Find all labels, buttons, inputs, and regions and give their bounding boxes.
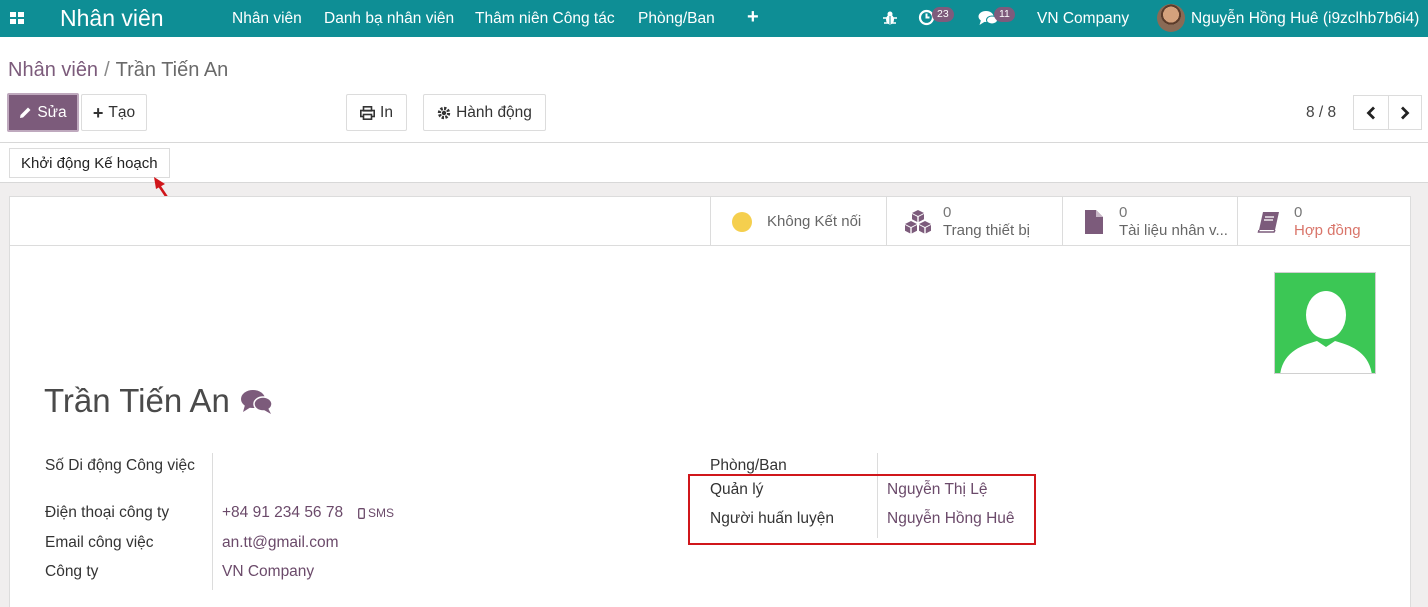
- documents-button[interactable]: 0 Tài liệu nhân v...: [1062, 197, 1237, 246]
- equipment-label: Trang thiết bị: [943, 221, 1030, 239]
- chevron-right-icon: [1401, 106, 1410, 119]
- user-avatar[interactable]: [1157, 4, 1185, 32]
- contracts-label: Hợp đồng: [1294, 221, 1361, 239]
- avatar-placeholder-icon: [1280, 291, 1372, 373]
- print-button-label: In: [380, 103, 393, 121]
- menu-item-employees[interactable]: Nhân viên: [232, 10, 302, 28]
- equipment-count: 0: [943, 203, 952, 221]
- printer-icon: [360, 105, 376, 120]
- work-phone-label: Điện thoại công ty: [45, 504, 170, 521]
- breadcrumb: Nhân viên / Trần Tiến An: [8, 59, 228, 82]
- documents-label: Tài liệu nhân v...: [1119, 221, 1228, 239]
- documents-text: 0 Tài liệu nhân v...: [1119, 204, 1228, 240]
- pager-next-button[interactable]: [1388, 95, 1422, 130]
- company-value[interactable]: VN Company: [222, 560, 314, 584]
- field-divider-left: [212, 453, 213, 590]
- smart-button-box: Không Kết nối 0 Trang thiết bị 0 Tài liệ…: [10, 197, 1410, 246]
- equipment-button[interactable]: 0 Trang thiết bị: [886, 197, 1062, 246]
- work-phone-value[interactable]: +84 91 234 56 78: [222, 501, 343, 525]
- create-button-label: Tạo: [108, 103, 136, 121]
- pager-value[interactable]: 8 / 8: [1306, 104, 1336, 122]
- action-button[interactable]: Hành động: [423, 94, 546, 131]
- employee-name: Trần Tiến An: [44, 382, 230, 419]
- equipment-text: 0 Trang thiết bị: [943, 204, 1030, 240]
- menu-item-directory[interactable]: Danh bạ nhân viên: [324, 10, 454, 28]
- breadcrumb-current: Trần Tiến An: [115, 59, 229, 81]
- file-icon: [1079, 209, 1109, 235]
- employee-photo[interactable]: [1274, 272, 1376, 374]
- sms-label: SMS: [368, 506, 395, 520]
- user-menu[interactable]: Nguyễn Hồng Huê (i9zclhb7b6i4): [1191, 10, 1419, 28]
- breadcrumb-parent-link[interactable]: Nhân viên: [8, 59, 98, 81]
- contracts-text: 0 Hợp đồng: [1294, 204, 1361, 240]
- edit-button[interactable]: Sửa: [7, 93, 79, 132]
- presence-status-icon: [727, 211, 757, 232]
- edit-button-label: Sửa: [37, 103, 67, 121]
- employee-name-row: Trần Tiến An: [44, 382, 273, 420]
- app-title[interactable]: Nhân viên: [60, 5, 164, 32]
- apps-menu-icon[interactable]: [10, 12, 24, 24]
- mobile-icon: [358, 507, 365, 519]
- action-button-label: Hành động: [456, 103, 532, 121]
- message-count-badge: 11: [994, 7, 1015, 22]
- company-label: Công ty: [45, 563, 99, 580]
- annotation-highlight-box: [688, 474, 1036, 545]
- contracts-count: 0: [1294, 203, 1303, 221]
- sms-link[interactable]: SMS: [358, 506, 394, 520]
- chevron-left-icon: [1366, 106, 1375, 119]
- company-switcher[interactable]: VN Company: [1037, 10, 1129, 28]
- documents-count: 0: [1119, 203, 1128, 221]
- work-mobile-label: Số Di động Công việc: [45, 457, 195, 474]
- top-navbar: Nhân viên Nhân viên Danh bạ nhân viên Th…: [0, 0, 1428, 37]
- menu-item-seniority[interactable]: Thâm niên Công tác: [475, 10, 615, 28]
- breadcrumb-separator: /: [104, 59, 110, 81]
- control-panel: Nhân viên / Trần Tiến An Sửa + Tạo In Hành…: [0, 37, 1428, 143]
- pencil-icon: [20, 107, 31, 118]
- add-menu-icon[interactable]: +: [747, 6, 759, 29]
- launch-plan-button[interactable]: Khởi động Kế hoạch: [9, 148, 170, 178]
- plus-icon: +: [92, 102, 104, 123]
- book-icon: [1254, 211, 1284, 233]
- menu-item-departments[interactable]: Phòng/Ban: [638, 10, 715, 28]
- cubes-icon: [903, 209, 933, 235]
- chat-bubbles-icon[interactable]: [240, 388, 273, 415]
- gear-icon: [437, 106, 451, 119]
- bug-icon[interactable]: [883, 10, 897, 31]
- contracts-button[interactable]: 0 Hợp đồng: [1237, 197, 1410, 246]
- print-button[interactable]: In: [346, 94, 407, 131]
- presence-status-label: Không Kết nối: [767, 212, 862, 230]
- pager-previous-button[interactable]: [1353, 95, 1389, 130]
- work-email-value[interactable]: an.tt@gmail.com: [222, 531, 339, 555]
- form-statusbar: Khởi động Kế hoạch: [0, 143, 1428, 183]
- create-button[interactable]: + Tạo: [81, 94, 147, 131]
- presence-status-button[interactable]: Không Kết nối: [710, 197, 886, 246]
- work-email-label: Email công việc: [45, 534, 154, 551]
- activity-count-badge: 23: [932, 7, 954, 22]
